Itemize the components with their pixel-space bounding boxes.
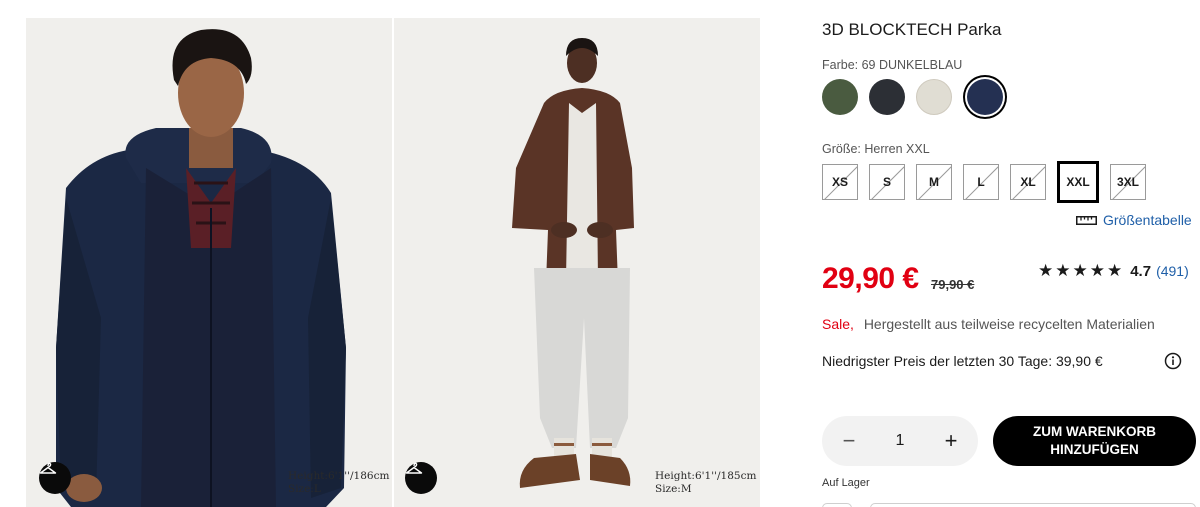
color-swatch[interactable]: [916, 79, 952, 115]
size-option-m[interactable]: M: [916, 164, 952, 200]
product-title: 3D BLOCKTECH Parka: [822, 20, 1002, 39]
size-option-label: XXL: [1066, 175, 1090, 189]
size-option-label: 3XL: [1116, 175, 1139, 189]
size-option-l[interactable]: L: [963, 164, 999, 200]
color-swatches: [822, 79, 1003, 115]
size-options: XS S M L XL XXL 3XL: [822, 161, 1146, 203]
material-note: Hergestellt aus teilweise recycelten Mat…: [863, 316, 1155, 332]
size-option-xl[interactable]: XL: [1010, 164, 1046, 200]
add-to-cart-label: ZUM WARENKORB HINZUFÜGEN: [1033, 424, 1156, 457]
rating-value: 4.7: [1130, 262, 1152, 280]
hanger-icon: [39, 462, 57, 474]
try-on-button[interactable]: [405, 462, 437, 494]
stock-status: Auf Lager: [822, 477, 870, 489]
add-to-cart-button[interactable]: ZUM WARENKORB HINZUFÜGEN: [993, 416, 1196, 466]
sale-info: Sale, Hergestellt aus teilweise recycelt…: [822, 316, 1155, 332]
quantity-stepper: − 1 +: [822, 416, 978, 466]
size-option-label: L: [977, 175, 985, 189]
info-icon[interactable]: [1164, 352, 1182, 375]
increase-quantity-button[interactable]: +: [942, 430, 960, 452]
size-chart-link[interactable]: Größentabelle: [1076, 212, 1192, 228]
decrease-quantity-button[interactable]: −: [840, 430, 858, 452]
product-rating[interactable]: ★★★★★ 4.7 (491): [1038, 261, 1189, 281]
model-height: Height:6'1''/185cm: [655, 470, 757, 482]
product-photo-full[interactable]: Height:6'1''/185cm Size:M: [394, 18, 760, 507]
lowest-price-note: Niedrigster Preis der letzten 30 Tage: 3…: [822, 353, 1103, 369]
size-option-label: XS: [831, 175, 848, 189]
partial-control[interactable]: [870, 503, 1196, 507]
product-photo-front[interactable]: Height:6'1''/186cm Size:L: [26, 18, 392, 507]
size-option-label: S: [882, 175, 891, 189]
ruler-icon: [1076, 215, 1097, 225]
review-count-link[interactable]: (491): [1156, 263, 1189, 279]
partial-control[interactable]: [822, 503, 852, 507]
model-front-illustration: [26, 18, 392, 507]
hanger-icon: [405, 462, 423, 474]
size-option-3xl[interactable]: 3XL: [1110, 164, 1146, 200]
size-option-xxl[interactable]: XXL: [1057, 161, 1099, 203]
model-size: Size:L: [288, 483, 321, 495]
size-option-label: M: [929, 175, 939, 189]
model-info: Height:6'1''/185cm Size:M: [655, 470, 756, 496]
size-label: Größe: Herren XXL: [822, 142, 930, 156]
color-swatch[interactable]: [967, 79, 1003, 115]
try-on-button[interactable]: [39, 462, 71, 494]
size-option-label: XL: [1020, 175, 1036, 189]
color-swatch[interactable]: [822, 79, 858, 115]
size-option-s[interactable]: S: [869, 164, 905, 200]
sale-price: 29,90 €: [822, 262, 919, 295]
sale-tag: Sale,: [822, 316, 854, 332]
model-height: Height:6'1''/186cm: [288, 470, 390, 482]
quantity-value[interactable]: 1: [896, 432, 905, 450]
color-swatch[interactable]: [869, 79, 905, 115]
model-info: Height:6'1''/186cm Size:L: [288, 470, 389, 496]
color-label: Farbe: 69 DUNKELBLAU: [822, 58, 963, 72]
model-size: Size:M: [655, 483, 692, 495]
original-price: 79,90 €: [931, 277, 975, 292]
size-chart-label[interactable]: Größentabelle: [1103, 212, 1192, 228]
model-full-illustration: [394, 18, 760, 507]
size-option-xs[interactable]: XS: [822, 164, 858, 200]
star-rating-icon: ★★★★★: [1038, 261, 1125, 281]
